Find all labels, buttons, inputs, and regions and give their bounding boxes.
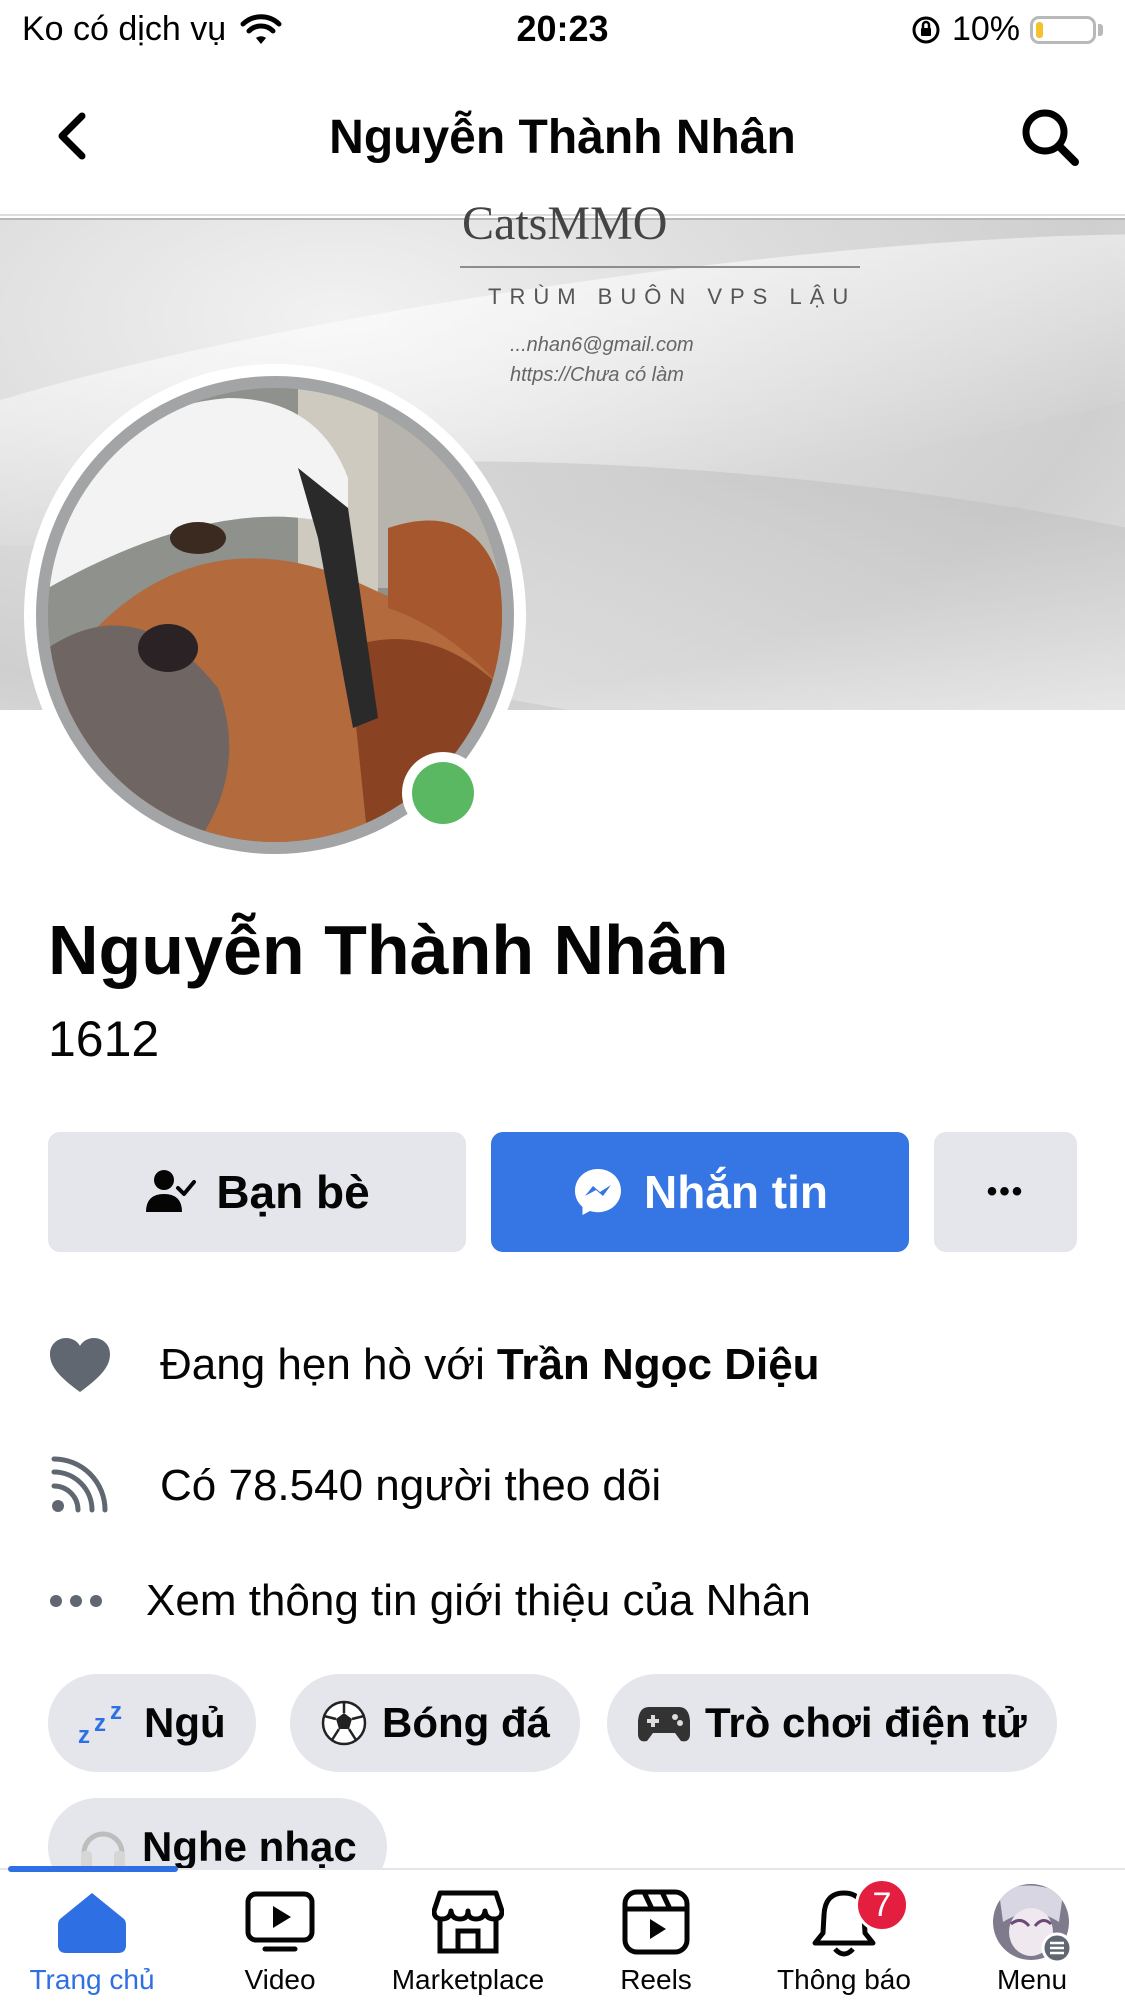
battery-percent: 10% (951, 10, 1020, 48)
search-button[interactable] (1017, 104, 1083, 170)
hobby-label: Trò chơi điện tử (705, 1699, 1027, 1746)
home-icon (56, 1882, 128, 1962)
tab-label: Thông báo (777, 1964, 911, 1995)
cover-email: ...nhan6@gmail.com (510, 334, 694, 356)
battery-cap (1098, 23, 1103, 36)
bell-icon: 7 (811, 1878, 909, 1962)
cover-brand-text: CatsMMO (462, 197, 668, 250)
hobby-chip-football[interactable]: Bóng đá (290, 1674, 580, 1772)
notification-badge: 7 (855, 1878, 909, 1932)
tab-label: Marketplace (391, 1964, 545, 1995)
tab-reels[interactable]: Reels (566, 1882, 746, 1996)
search-icon (1022, 109, 1079, 166)
relationship-partner-link[interactable]: Trần Ngọc Diệu (497, 1340, 820, 1390)
rss-followers-icon (48, 1456, 160, 1516)
video-icon (245, 1882, 315, 1962)
hobby-chip-video-games[interactable]: Trò chơi điện tử (607, 1674, 1057, 1772)
tab-label: Menu (996, 1964, 1068, 1995)
avatar-menu-icon (989, 1882, 1075, 1962)
followers-text: Có 78.540 người theo dõi (160, 1461, 662, 1510)
active-tab-indicator (8, 1866, 178, 1872)
see-about-row[interactable]: Xem thông tin giới thiệu của Nhân (48, 1576, 811, 1626)
hobby-chip-sleep[interactable]: z z z Ngủ (48, 1674, 256, 1772)
message-label: Nhắn tin (644, 1166, 828, 1218)
more-options-button[interactable]: ••• (934, 1132, 1077, 1252)
tab-menu[interactable]: Menu (942, 1882, 1122, 1996)
friend-check-icon (146, 1170, 197, 1212)
tab-label: Trang chủ (29, 1964, 155, 1995)
soccer-ball-icon (320, 1699, 368, 1747)
more-horizontal-icon (48, 1593, 146, 1609)
tab-home[interactable]: Trang chủ (2, 1882, 182, 1996)
hobby-label: Bóng đá (382, 1699, 550, 1746)
relationship-text: Đang hẹn hò với (160, 1340, 485, 1389)
profile-name: Nguyễn Thành Nhân (48, 911, 729, 989)
tab-notifications[interactable]: 7 Thông báo (754, 1878, 934, 1996)
game-controller-icon (637, 1701, 691, 1745)
svg-text:z: z (94, 1710, 106, 1737)
tab-video[interactable]: Video (190, 1882, 370, 1996)
headphones-icon (78, 1823, 128, 1871)
profile-subtitle: 1612 (48, 1011, 160, 1067)
orientation-lock-icon (912, 16, 940, 43)
reels-icon (622, 1882, 690, 1962)
marketplace-icon (432, 1882, 504, 1962)
message-button[interactable]: Nhắn tin (491, 1132, 909, 1252)
tab-label: Video (244, 1964, 316, 1995)
cover-tagline: TRÙM BUÔN VPS LẬU (488, 284, 857, 309)
see-about-text: Xem thông tin giới thiệu của Nhân (146, 1576, 811, 1625)
messenger-icon (575, 1169, 621, 1215)
hobby-label: Nghe nhạc (142, 1823, 357, 1870)
status-battery-area: 10% (910, 10, 1103, 49)
hobby-label: Ngủ (144, 1699, 226, 1746)
more-dots-icon: ••• (986, 1175, 1025, 1208)
online-status-dot (412, 762, 474, 824)
friends-button[interactable]: Bạn bè (48, 1132, 466, 1252)
sleep-zzz-icon: z z z (78, 1699, 130, 1747)
page-title: Nguyễn Thành Nhân (329, 111, 796, 164)
friends-label: Bạn bè (216, 1166, 370, 1218)
cover-website: https://Chưa có làm (510, 364, 684, 386)
cover-divider-line (460, 266, 860, 268)
svg-text:z: z (78, 1722, 90, 1747)
svg-text:z: z (110, 1699, 122, 1725)
relationship-row: Đang hẹn hò với Trần Ngọc Diệu (48, 1336, 820, 1394)
battery-icon (1030, 15, 1096, 44)
tab-marketplace[interactable]: Marketplace (378, 1882, 558, 1996)
followers-row: Có 78.540 người theo dõi (48, 1456, 661, 1516)
heart-icon (48, 1336, 160, 1394)
tab-label: Reels (620, 1964, 692, 1995)
